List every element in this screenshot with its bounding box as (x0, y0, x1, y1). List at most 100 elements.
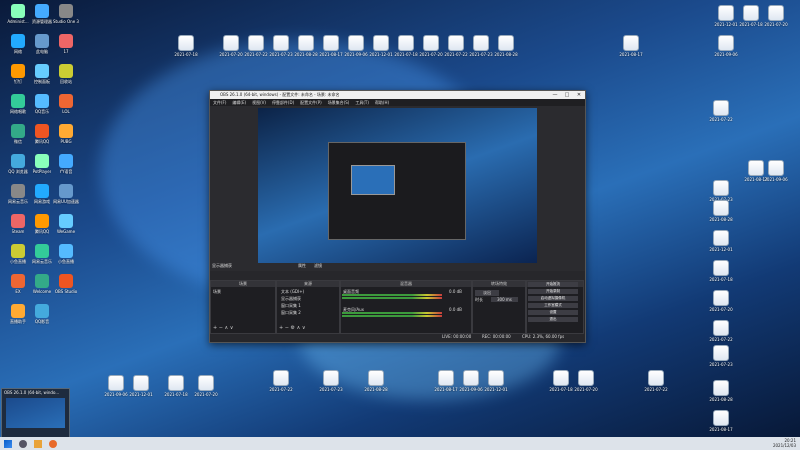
file-icon[interactable]: 2021-07-23 (315, 370, 347, 400)
file-icon[interactable]: 2021-09-06 (710, 35, 742, 65)
file-icon[interactable]: 2021-07-22 (265, 370, 297, 400)
audio-meter (342, 294, 442, 296)
obs-taskbar-icon[interactable] (19, 440, 27, 448)
menu-edit[interactable]: 编辑(E) (232, 99, 246, 106)
file-icon[interactable]: 2021-09-06 (760, 160, 792, 190)
menu-view[interactable]: 视图(V) (252, 99, 266, 106)
file-label: 2021-07-18 (709, 277, 733, 282)
file-icon[interactable]: 2021-07-20 (760, 5, 792, 35)
exit-button[interactable]: 退出 (528, 317, 578, 322)
folder-icon[interactable] (34, 440, 42, 448)
browser-icon[interactable] (49, 440, 57, 448)
minimize-icon[interactable]: — (549, 91, 561, 99)
desktop-icon-label: WeGame (56, 229, 76, 234)
file-icon[interactable]: 2021-12-01 (480, 370, 512, 400)
desktop-icon-label: 17 (63, 49, 69, 54)
menu-scene-collection[interactable]: 场景集合(S) (328, 99, 350, 106)
file-icon[interactable]: 2021-07-20 (190, 375, 222, 405)
start-streaming-button[interactable]: 开始推流 (528, 282, 578, 287)
menu-profile[interactable]: 配置文件(P) (300, 99, 322, 106)
file-icon[interactable]: 2021-07-20 (705, 290, 737, 320)
file-icon[interactable]: 2021-07-18 (705, 260, 737, 290)
app-icon (35, 214, 49, 228)
nested-preview (328, 142, 466, 240)
add-scene-button[interactable]: + − ∧ ∨ (213, 325, 233, 331)
source-item[interactable]: 窗口采集 2 (281, 310, 301, 316)
file-icon[interactable]: 2021-12-01 (125, 375, 157, 405)
file-icon[interactable]: 2021-08-28 (490, 35, 522, 65)
start-recording-button[interactable]: 开始录制 (528, 289, 578, 294)
file-icon[interactable]: 2021-07-22 (705, 100, 737, 130)
mixer-track-db: 0.0 dB (449, 289, 462, 294)
app-icon (35, 94, 49, 108)
file-icon[interactable]: 2021-08-17 (615, 35, 647, 65)
nested-preview-2 (351, 165, 395, 195)
filters-button[interactable]: 滤镜 (314, 263, 322, 269)
document-icon (108, 375, 124, 391)
duration-input[interactable]: 300 ms (491, 297, 518, 302)
virtual-camera-button[interactable]: 启动虚拟摄像机 (528, 296, 578, 301)
desktop-icon-label: 网络唱歌 (10, 109, 26, 114)
desktop-icon[interactable]: OBS Studio (50, 274, 82, 304)
desktop-icon[interactable]: 小鱼直播 (50, 244, 82, 274)
desktop-icon[interactable]: PUBG (50, 124, 82, 154)
menu-tools[interactable]: 工具(T) (355, 99, 369, 106)
desktop-icon[interactable]: QQ影音 (26, 304, 58, 334)
preview-canvas[interactable] (258, 108, 537, 263)
file-icon[interactable]: 2021-08-28 (705, 380, 737, 410)
add-source-button[interactable]: + − ⚙ ∧ ∨ (279, 325, 306, 331)
document-icon (273, 35, 289, 51)
app-icon (11, 4, 25, 18)
file-icon[interactable]: 2021-08-28 (360, 370, 392, 400)
file-icon[interactable]: 2021-07-18 (160, 375, 192, 405)
menu-file[interactable]: 文件(F) (213, 99, 226, 106)
desktop-icon[interactable]: 回收站 (50, 64, 82, 94)
mixer-panel: 混音器 桌面音频 0.0 dB 麦克风/Aux 0.0 dB (340, 280, 472, 334)
file-icon[interactable]: 2021-08-17 (705, 410, 737, 440)
desktop-icon[interactable]: YY语音 (50, 154, 82, 184)
file-label: 2021-09-06 (714, 52, 738, 57)
audio-meter (342, 297, 442, 299)
menu-docks[interactable]: 停靠部件(D) (272, 99, 294, 106)
desktop-icon-label: QQ音乐 (34, 109, 50, 114)
file-icon[interactable]: 2021-07-18 (170, 35, 202, 65)
source-item[interactable]: 窗口采集 1 (281, 303, 301, 309)
document-icon (718, 5, 734, 21)
desktop-icon[interactable]: LOL (50, 94, 82, 124)
close-icon[interactable]: ✕ (573, 91, 585, 99)
maximize-icon[interactable]: □ (561, 91, 573, 99)
document-icon (768, 160, 784, 176)
file-label: 2021-12-01 (709, 247, 733, 252)
sources-panel: 来源 文本 (GDI+) 显示器捕获 窗口采集 1 窗口采集 2 + − ⚙ ∧… (276, 280, 340, 334)
desktop-icon[interactable]: 17 (50, 34, 82, 64)
scene-item[interactable]: 场景 (213, 289, 221, 295)
obs-titlebar[interactable]: OBS 26.1.0 (64-bit, windows) - 配置文件: 未命名… (210, 91, 585, 99)
desktop-icon-label: 小鱼直播 (58, 259, 74, 264)
properties-button[interactable]: 属性 (298, 263, 306, 269)
file-label: 2021-12-01 (129, 392, 153, 397)
menu-help[interactable]: 帮助(H) (375, 99, 389, 106)
document-icon (713, 345, 729, 361)
desktop-icon[interactable]: 网易UU加速器 (50, 184, 82, 214)
document-icon (553, 370, 569, 386)
settings-button[interactable]: 设置 (528, 310, 578, 315)
desktop-icon-label: 回收站 (60, 79, 72, 84)
file-icon[interactable]: 2021-07-22 (640, 370, 672, 400)
file-icon[interactable]: 2021-08-28 (705, 200, 737, 230)
file-label: 2021-08-28 (364, 387, 388, 392)
source-item[interactable]: 显示器捕获 (281, 296, 301, 302)
clock[interactable]: 20:21 2021/12/03 (773, 438, 796, 448)
start-icon[interactable] (4, 440, 12, 448)
file-label: 2021-12-01 (484, 387, 508, 392)
file-icon[interactable]: 2021-07-23 (705, 345, 737, 375)
obs-window[interactable]: OBS 26.1.0 (64-bit, windows) - 配置文件: 未命名… (209, 90, 586, 343)
document-icon (133, 375, 149, 391)
source-item[interactable]: 文本 (GDI+) (281, 289, 304, 295)
desktop-icon[interactable]: WeGame (50, 214, 82, 244)
studio-mode-button[interactable]: 工作室模式 (528, 303, 578, 308)
file-icon[interactable]: 2021-07-20 (570, 370, 602, 400)
desktop-icon[interactable]: Studio One 3 (50, 4, 82, 34)
transition-select[interactable]: 淡出 (475, 290, 499, 296)
taskbar-thumbnail[interactable]: OBS 26.1.0 (64-bit, windo... (1, 388, 70, 438)
file-icon[interactable]: 2021-12-01 (705, 230, 737, 260)
